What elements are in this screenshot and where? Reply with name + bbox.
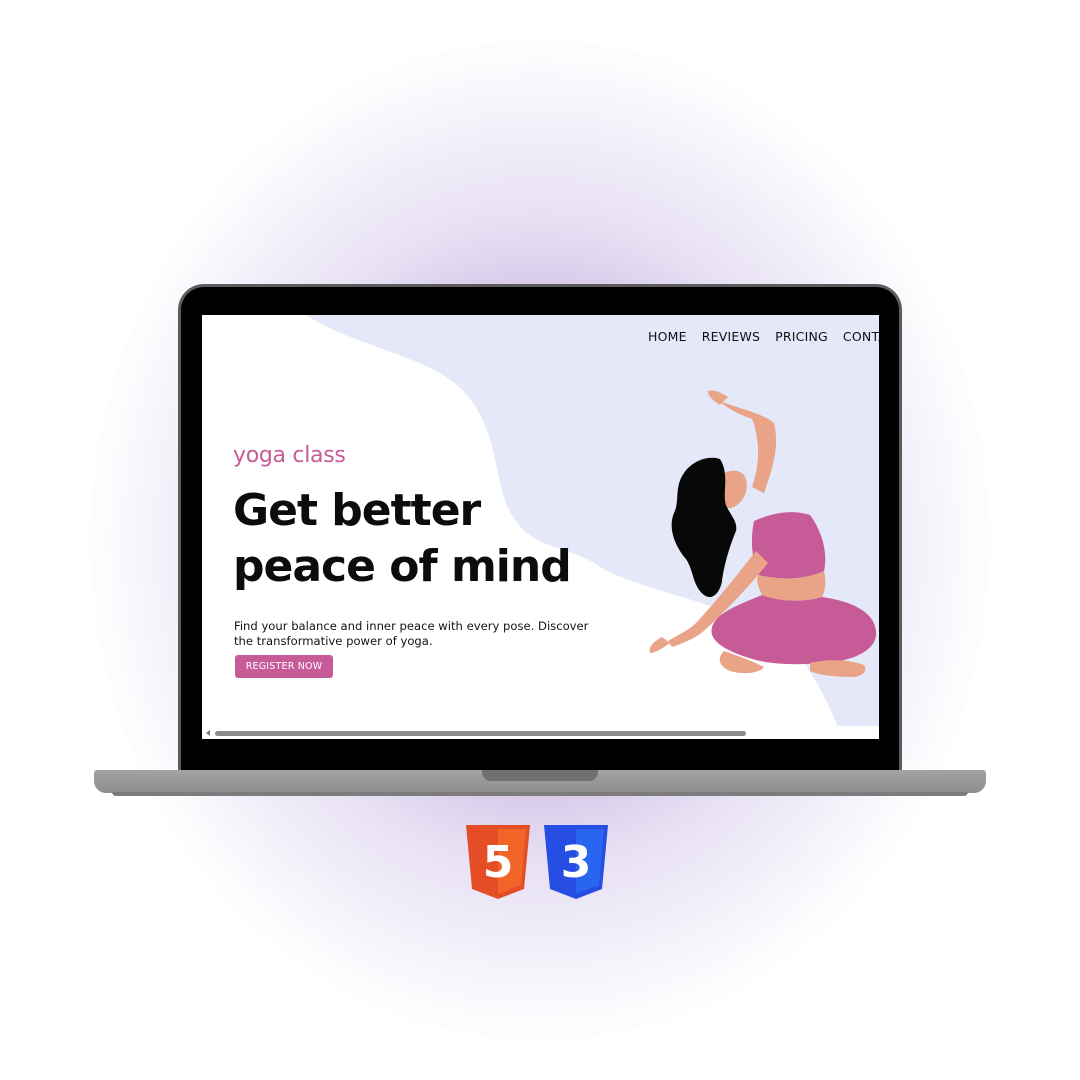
css3-logo-icon: 3 — [544, 825, 608, 899]
scrollbar-thumb[interactable] — [215, 731, 746, 736]
horizontal-scrollbar[interactable] — [202, 726, 879, 739]
hero-headline-line2: peace of mind — [233, 541, 572, 592]
html5-logo-icon: 5 — [466, 825, 530, 899]
hero-headline-line1: Get better — [233, 485, 481, 536]
scroll-left-arrow-icon[interactable] — [206, 730, 210, 736]
yoga-woman-illustration — [649, 390, 877, 677]
hero-eyebrow: yoga class — [233, 443, 346, 468]
html5-numeral: 5 — [483, 837, 514, 888]
register-now-button[interactable]: REGISTER NOW — [235, 655, 333, 678]
hero-description: Find your balance and inner peace with e… — [234, 619, 589, 648]
nav-reviews-link[interactable]: REVIEWS — [702, 329, 760, 344]
css3-numeral: 3 — [561, 837, 592, 888]
laptop-notch — [482, 770, 598, 781]
website-viewport: HOME REVIEWS PRICING CONTACT yoga class … — [202, 315, 879, 739]
nav-contact-link[interactable]: CONTACT — [843, 329, 879, 344]
laptop-foot — [112, 792, 968, 796]
hero-headline: Get better peace of mind — [233, 483, 613, 595]
nav-home-link[interactable]: HOME — [648, 329, 687, 344]
nav-pricing-link[interactable]: PRICING — [775, 329, 828, 344]
top-nav: HOME REVIEWS PRICING CONTACT — [648, 329, 879, 344]
